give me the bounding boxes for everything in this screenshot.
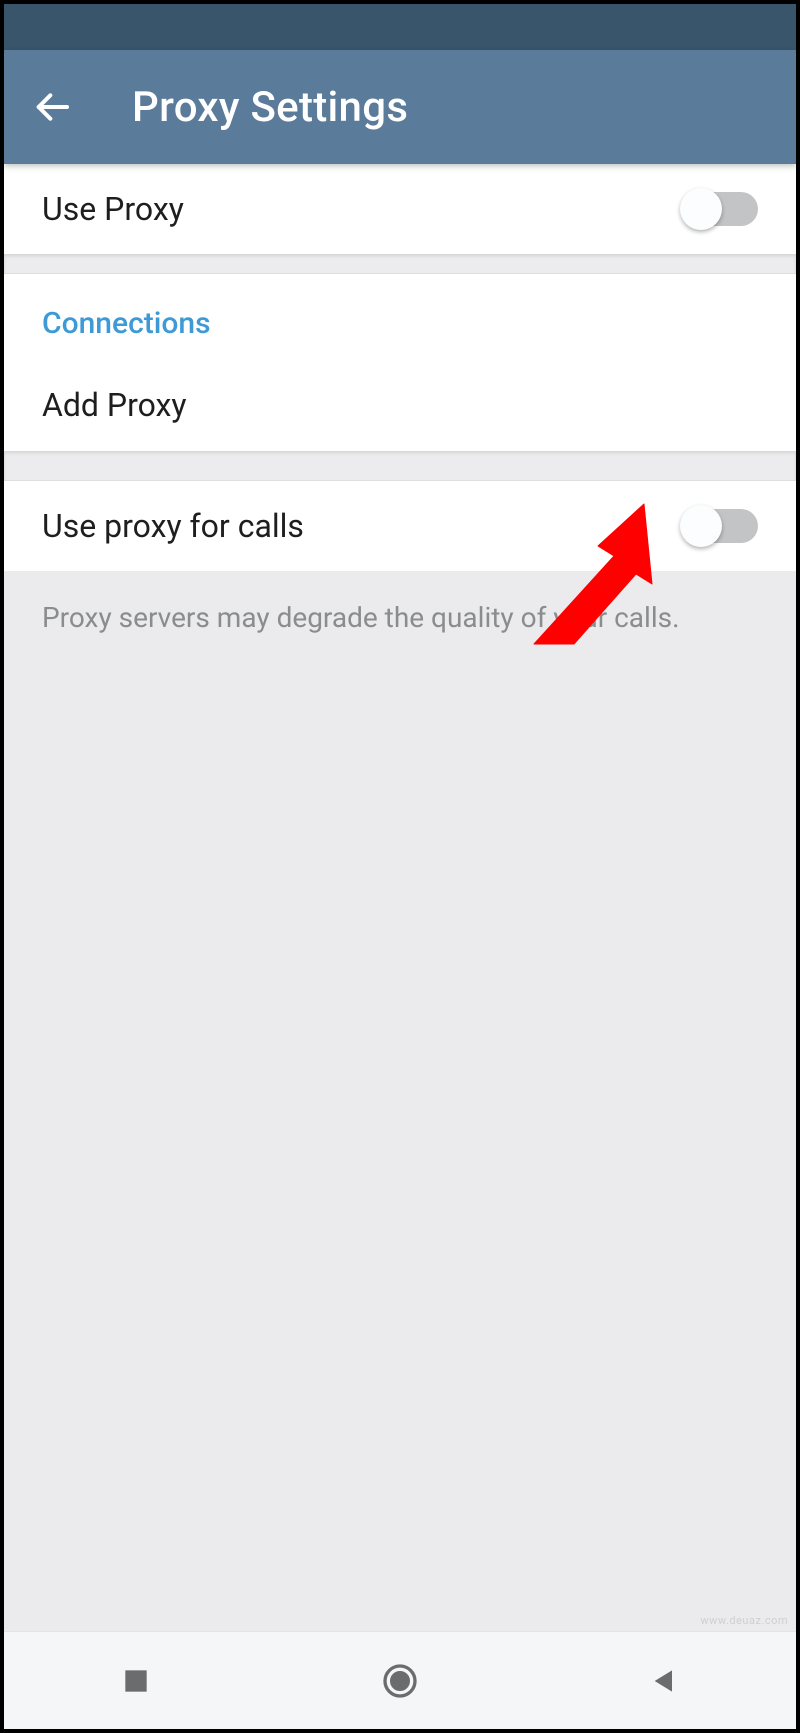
back-button[interactable] (32, 87, 86, 127)
circle-icon (380, 1661, 420, 1701)
page-title: Proxy Settings (132, 83, 408, 132)
section-divider (4, 254, 796, 274)
use-proxy-toggle[interactable] (684, 192, 758, 226)
arrow-left-icon (32, 87, 72, 127)
use-proxy-row[interactable]: Use Proxy (4, 164, 796, 254)
add-proxy-row[interactable]: Add Proxy (4, 359, 796, 451)
system-nav-bar (4, 1631, 796, 1729)
add-proxy-label: Add Proxy (42, 386, 187, 424)
proxy-calls-hint: Proxy servers may degrade the quality of… (4, 571, 796, 634)
status-bar (4, 4, 796, 50)
triangle-left-icon (648, 1665, 680, 1697)
use-proxy-calls-row[interactable]: Use proxy for calls (4, 481, 796, 571)
toggle-knob (680, 188, 722, 230)
home-button[interactable] (269, 1661, 530, 1701)
app-bar: Proxy Settings (4, 50, 796, 164)
section-divider (4, 451, 796, 481)
use-proxy-calls-label: Use proxy for calls (42, 507, 304, 545)
back-nav-button[interactable] (533, 1665, 794, 1697)
recents-button[interactable] (5, 1665, 266, 1697)
toggle-knob (680, 505, 722, 547)
watermark-text: www.deuaz.com (700, 1614, 788, 1627)
use-proxy-label: Use Proxy (42, 190, 184, 228)
connections-section-header: Connections (4, 274, 796, 359)
square-icon (120, 1665, 152, 1697)
use-proxy-calls-toggle[interactable] (684, 509, 758, 543)
